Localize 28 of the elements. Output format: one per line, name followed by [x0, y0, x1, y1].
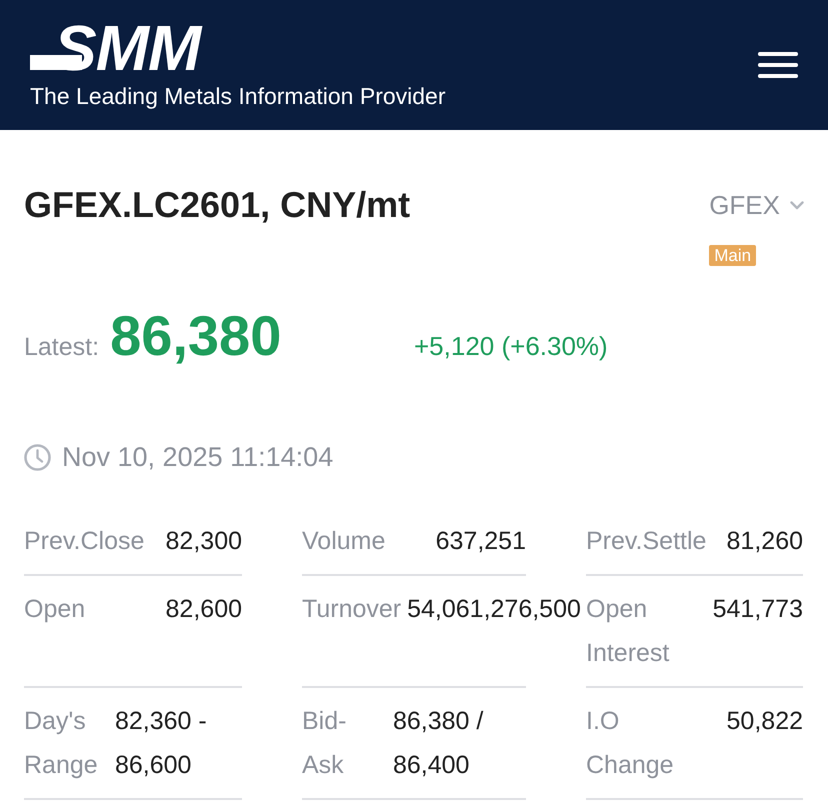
price-change: +5,120 (+6.30%)	[414, 331, 608, 362]
stat-label: Day's Range	[24, 706, 99, 781]
stat-label: Open	[24, 594, 86, 625]
latest-label: Latest:	[24, 333, 100, 362]
stat-value: 637,251	[436, 526, 526, 557]
instrument-title: GFEX.LC2601, CNY/mt	[24, 183, 410, 227]
stat-label: Prev.Close	[24, 526, 144, 557]
stat-value: 82,300	[166, 526, 242, 557]
latest-price: 86,380	[110, 304, 282, 368]
tagline: The Leading Metals Information Provider	[30, 82, 446, 110]
stat-value: 50,822	[726, 706, 803, 737]
stat-value: 86,380 / 86,400	[393, 706, 484, 781]
stat-label: Bid-Ask	[302, 706, 348, 781]
stat-value: 82,600	[166, 594, 242, 625]
stat-label: Volume	[302, 526, 386, 557]
stat-label: I.O Change	[586, 706, 674, 781]
clock-icon	[24, 444, 51, 470]
main-contract-tag: Main	[709, 245, 756, 266]
stat-value: 82,360 - 86,600	[115, 706, 208, 781]
stat-label: Prev.Settle	[586, 526, 706, 557]
chevron-down-icon	[790, 200, 804, 210]
stat-label: Turnover	[302, 594, 402, 625]
stat-value: 81,260	[726, 526, 803, 557]
menu-icon[interactable]	[758, 52, 798, 78]
stat-label: Open Interest	[586, 594, 670, 669]
stat-value: 541,773	[712, 594, 803, 625]
stat-value: 54,061,276,500	[407, 594, 581, 625]
update-time: Nov 10, 2025 11:14:04	[62, 441, 334, 474]
